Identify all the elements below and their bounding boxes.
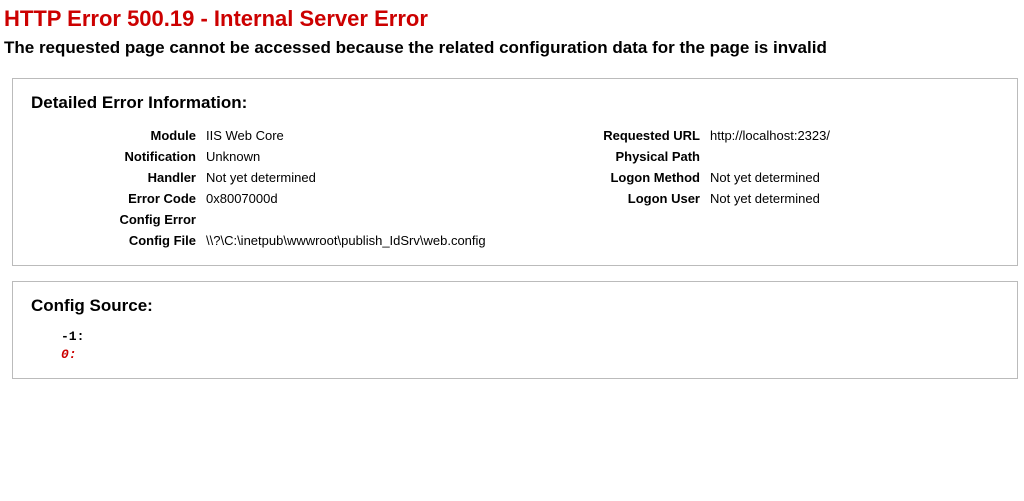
config-source-line-neg1: -1:: [31, 328, 999, 346]
config-file-value: \\?\C:\inetpub\wwwroot\publish_IdSrv\web…: [206, 230, 486, 251]
requested-url-value: http://localhost:2323/: [710, 125, 990, 146]
module-value: IIS Web Core: [206, 125, 486, 146]
error-code-label: Error Code: [31, 188, 206, 209]
page-subtitle: The requested page cannot be accessed be…: [4, 38, 1020, 58]
handler-label: Handler: [31, 167, 206, 188]
config-error-value: [206, 209, 486, 230]
notification-label: Notification: [31, 146, 206, 167]
physical-path-label: Physical Path: [535, 146, 710, 167]
config-source-panel: Config Source: -1: 0:: [12, 281, 1018, 379]
module-label: Module: [31, 125, 206, 146]
config-source-heading: Config Source:: [31, 296, 999, 316]
config-error-label: Config Error: [31, 209, 206, 230]
config-file-label: Config File: [31, 230, 206, 251]
detail-table-right: Requested URL http://localhost:2323/ Phy…: [535, 125, 990, 209]
detail-table-left: Module IIS Web Core Notification Unknown…: [31, 125, 486, 251]
page-title: HTTP Error 500.19 - Internal Server Erro…: [4, 6, 1020, 32]
physical-path-value: [710, 146, 990, 167]
error-code-value: 0x8007000d: [206, 188, 486, 209]
logon-user-value: Not yet determined: [710, 188, 990, 209]
logon-method-label: Logon Method: [535, 167, 710, 188]
logon-user-label: Logon User: [535, 188, 710, 209]
detailed-error-panel: Detailed Error Information: Module IIS W…: [12, 78, 1018, 266]
handler-value: Not yet determined: [206, 167, 486, 188]
logon-method-value: Not yet determined: [710, 167, 990, 188]
requested-url-label: Requested URL: [535, 125, 710, 146]
notification-value: Unknown: [206, 146, 486, 167]
config-source-line-0: 0:: [31, 346, 999, 364]
detailed-error-heading: Detailed Error Information:: [31, 93, 999, 113]
